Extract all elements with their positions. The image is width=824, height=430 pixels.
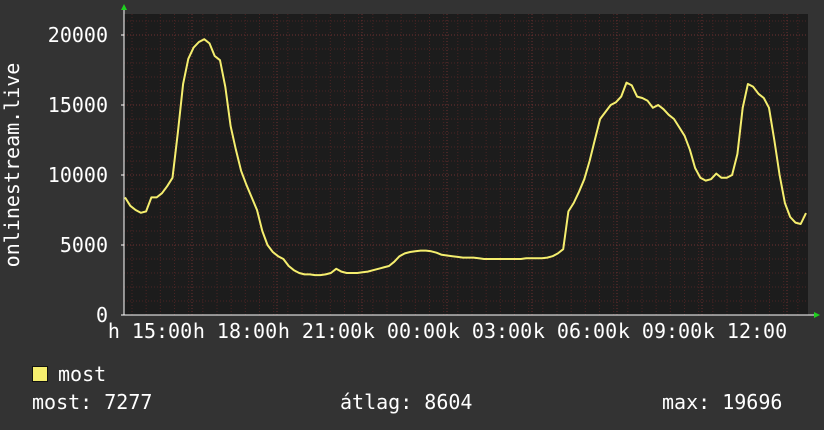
x-tick-label: k 06:00 <box>533 319 617 343</box>
plot-area <box>124 14 808 315</box>
y-axis-ticks: 0 5000 10000 15000 20000 <box>48 23 124 327</box>
line-chart: 0 5000 10000 15000 20000 h 15:00 h 18:00 h 21:… <box>0 4 820 343</box>
x-axis-ticks: h 15:00 h 18:00 h 21:00 k 00:00 k 03:00 k 06:… <box>108 319 787 343</box>
x-tick-label: k 00:00 <box>363 319 447 343</box>
y-axis-arrow <box>121 4 127 10</box>
y-tick-label: 0 <box>96 303 108 327</box>
y-tick-label: 15000 <box>48 93 108 117</box>
x-tick-label: k 09:00 <box>618 319 702 343</box>
legend-label: most <box>58 362 107 386</box>
legend: most <box>32 362 106 386</box>
x-tick-label: k 03:00 <box>448 319 532 343</box>
stat-max: max: 19696 <box>662 390 783 414</box>
y-axis-label: onlinestream.live <box>0 63 24 268</box>
y-tick-label: 20000 <box>48 23 108 47</box>
y-tick-label: 5000 <box>60 233 108 257</box>
stat-average: átlag: 8604 <box>340 390 473 414</box>
y-tick-label: 10000 <box>48 163 108 187</box>
x-tick-label: h 15:00 <box>108 319 192 343</box>
x-tick-label: k 12:00 <box>703 319 787 343</box>
x-tick-label: h 21:00 <box>278 319 362 343</box>
x-axis-arrow <box>814 312 820 318</box>
legend-swatch <box>32 366 48 382</box>
x-tick-label: h 18:00 <box>193 319 277 343</box>
stat-current: most: 7277 <box>32 390 153 414</box>
